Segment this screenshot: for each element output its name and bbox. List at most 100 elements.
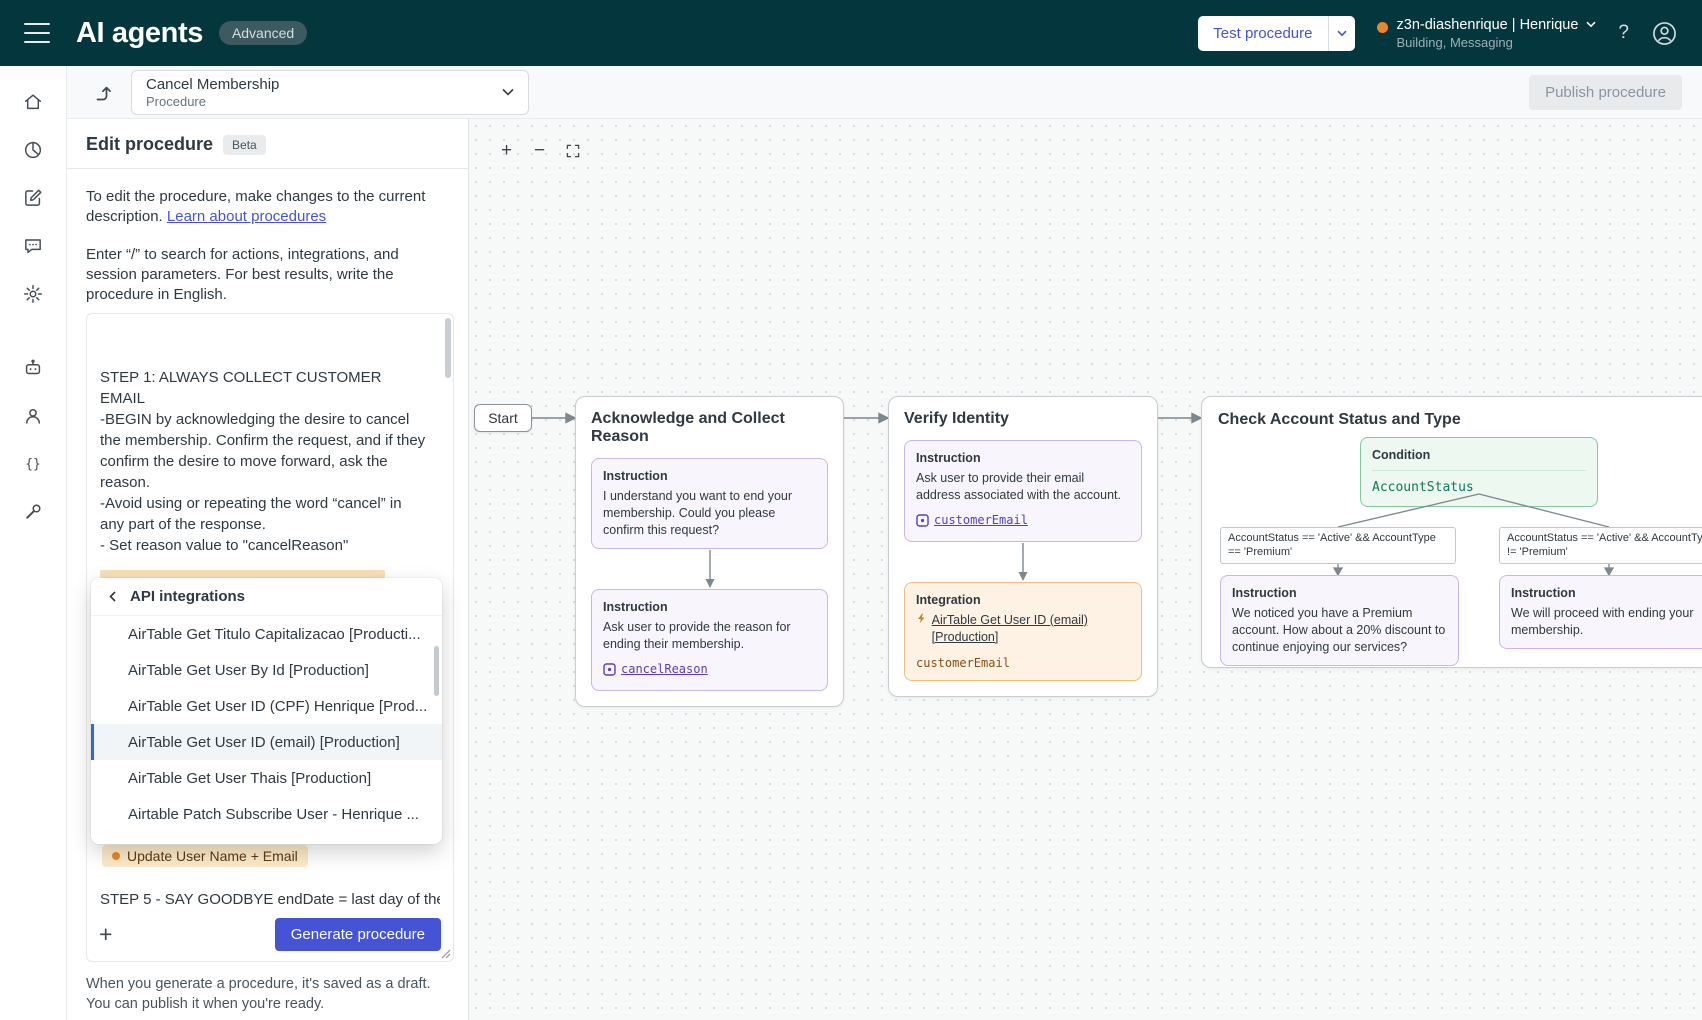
branch-condition-label[interactable]: AccountStatus == 'Active' && AccountType… xyxy=(1499,527,1702,564)
learn-about-procedures-link[interactable]: Learn about procedures xyxy=(167,208,326,225)
generate-procedure-button[interactable]: Generate procedure xyxy=(275,918,441,951)
resize-grip[interactable] xyxy=(439,947,451,959)
zoom-controls: + − xyxy=(493,137,586,164)
block-text: We will proceed with ending your members… xyxy=(1511,605,1702,639)
node-title: Verify Identity xyxy=(904,410,1142,428)
chat-icon xyxy=(22,235,44,257)
gear-icon xyxy=(22,283,44,305)
editor-scrollbar-thumb[interactable] xyxy=(445,318,451,378)
account-subtitle: Building, Messaging xyxy=(1397,35,1597,50)
flow-canvas[interactable]: + − Start Acknowledge and Collect Reason… xyxy=(469,119,1702,1020)
dropdown-item[interactable]: AirTable Get User Thais [Production] xyxy=(91,760,442,796)
sidebar-item-settings[interactable] xyxy=(13,274,53,314)
test-procedure-dropdown-button[interactable] xyxy=(1328,16,1355,51)
flow-node-verify-identity[interactable]: Verify Identity Instruction Ask user to … xyxy=(888,396,1158,697)
instruction-block[interactable]: Instruction I understand you want to end… xyxy=(591,458,828,549)
integration-block[interactable]: Integration AirTable Get User ID (email)… xyxy=(904,582,1142,681)
dropdown-back-button[interactable] xyxy=(105,588,120,605)
edit-procedure-panel: Edit procedure Beta To edit the procedur… xyxy=(67,119,469,1020)
parameter-name: customerEmail xyxy=(934,512,1028,528)
block-type-label: Instruction xyxy=(1232,585,1447,602)
expand-icon xyxy=(565,143,581,159)
flow-node-acknowledge[interactable]: Acknowledge and Collect Reason Instructi… xyxy=(575,396,844,707)
zoom-in-button[interactable]: + xyxy=(493,137,520,164)
dropdown-item[interactable]: AirTable Get Titulo Capitalizacao [Produ… xyxy=(91,616,442,652)
chevron-down-icon xyxy=(1586,21,1596,28)
block-type-label: Instruction xyxy=(603,468,816,485)
action-dot-icon xyxy=(112,852,120,860)
test-procedure-button[interactable]: Test procedure xyxy=(1198,16,1327,51)
action-tag[interactable]: Update User Name + Email xyxy=(102,845,308,867)
draft-footnote: When you generate a procedure, it's save… xyxy=(86,974,438,1014)
chevron-left-icon xyxy=(107,590,118,603)
chevron-down-icon xyxy=(502,88,514,96)
instruction-block[interactable]: Instruction We noticed you have a Premiu… xyxy=(1220,575,1459,666)
account-status-dot xyxy=(1377,22,1388,33)
integration-link[interactable]: AirTable Get User ID (email) [Production… xyxy=(932,612,1130,646)
parameter-icon xyxy=(603,663,616,676)
parameter-tag[interactable]: customerEmail xyxy=(916,512,1028,528)
help-icon[interactable]: ? xyxy=(1618,22,1629,44)
sidebar-item-tools[interactable] xyxy=(13,492,53,532)
panel-hint: Enter “/” to search for actions, integra… xyxy=(86,245,450,305)
sidebar-item-home[interactable] xyxy=(13,82,53,122)
parameter-tag[interactable]: cancelReason xyxy=(603,661,708,677)
avatar xyxy=(1651,20,1678,47)
publish-procedure-button[interactable]: Publish procedure xyxy=(1529,75,1682,110)
api-integrations-dropdown: API integrations AirTable Get Titulo Cap… xyxy=(91,578,442,844)
account-menu[interactable]: z3n-diashenrique | Henrique Building, Me… xyxy=(1377,17,1597,50)
block-type-label: Integration xyxy=(916,592,1130,609)
back-to-list-button[interactable] xyxy=(87,76,119,108)
wrench-icon xyxy=(22,501,44,523)
procedure-name: Cancel Membership xyxy=(146,76,279,93)
dropdown-title: API integrations xyxy=(130,588,245,605)
sidebar-item-developer[interactable]: {} xyxy=(13,444,53,484)
start-node[interactable]: Start xyxy=(474,404,532,432)
dropdown-scrollbar-thumb[interactable] xyxy=(434,646,439,696)
beta-badge: Beta xyxy=(223,135,266,155)
procedure-toolbar: Cancel Membership Procedure Publish proc… xyxy=(67,66,1702,119)
panel-title: Edit procedure xyxy=(86,134,213,155)
instruction-block[interactable]: Instruction Ask user to provide the reas… xyxy=(591,589,828,691)
procedure-selector[interactable]: Cancel Membership Procedure xyxy=(131,70,529,115)
sidebar-item-compose[interactable] xyxy=(13,178,53,218)
node-title: Check Account Status and Type xyxy=(1218,411,1461,429)
branch-condition-label[interactable]: AccountStatus == 'Active' && AccountType… xyxy=(1220,527,1456,564)
integration-bolt-icon xyxy=(916,612,926,625)
block-text: I understand you want to end your member… xyxy=(603,488,816,539)
sidebar-item-users[interactable] xyxy=(13,396,53,436)
sidebar-item-ai-agent[interactable] xyxy=(13,348,53,388)
dropdown-item[interactable]: AirTable Get User ID (CPF) Henrique [Pro… xyxy=(91,688,442,724)
dropdown-item-selected[interactable]: AirTable Get User ID (email) [Production… xyxy=(91,724,442,760)
sidebar-item-analytics[interactable] xyxy=(13,130,53,170)
block-type-label: Instruction xyxy=(603,599,816,616)
flow-node-check-account[interactable]: Check Account Status and Type Condition … xyxy=(1201,396,1702,668)
profile-icon[interactable] xyxy=(1651,20,1678,47)
top-navbar: AI agents Advanced Test procedure z3n-di… xyxy=(0,0,1702,66)
svg-text:{}: {} xyxy=(25,457,40,472)
sidebar-item-conversations[interactable] xyxy=(13,226,53,266)
block-type-label: Instruction xyxy=(916,450,1130,467)
compose-icon xyxy=(22,187,44,209)
fit-screen-button[interactable] xyxy=(559,137,586,164)
icon-sidebar: {} xyxy=(0,66,67,1020)
instruction-block[interactable]: Instruction Ask user to provide their em… xyxy=(904,440,1142,542)
move-up-icon xyxy=(93,82,113,102)
procedure-type: Procedure xyxy=(146,94,279,109)
chevron-down-icon xyxy=(1337,30,1347,37)
node-title: Acknowledge and Collect Reason xyxy=(591,410,828,446)
condition-block[interactable]: Condition AccountStatus xyxy=(1360,437,1598,507)
insert-button[interactable]: + xyxy=(99,923,112,946)
dropdown-item[interactable]: Airtable Patch Subscribe User - Henrique… xyxy=(91,796,442,832)
menu-icon[interactable] xyxy=(24,23,50,43)
plan-badge: Advanced xyxy=(219,21,307,45)
block-text: Ask user to provide the reason for endin… xyxy=(603,619,816,653)
instruction-block[interactable]: Instruction We will proceed with ending … xyxy=(1499,575,1702,649)
dropdown-item[interactable]: AirTable Update User PlanType [Productio… xyxy=(91,832,442,844)
parameter-name: customerEmail xyxy=(916,655,1130,671)
bot-icon xyxy=(22,357,44,379)
app-logo: AI agents xyxy=(76,17,203,50)
zoom-out-button[interactable]: − xyxy=(526,137,553,164)
dropdown-item[interactable]: AirTable Get User By Id [Production] xyxy=(91,652,442,688)
person-icon xyxy=(22,405,44,427)
